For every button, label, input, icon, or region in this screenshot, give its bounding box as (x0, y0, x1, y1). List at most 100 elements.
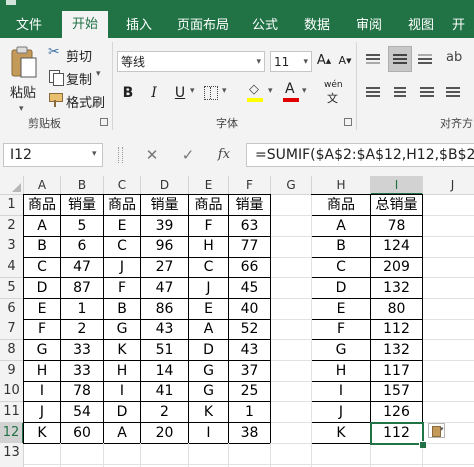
table1-cell[interactable]: E (189, 298, 229, 320)
row-header-12[interactable]: 12 (0, 422, 24, 444)
column-header-b[interactable]: B (61, 176, 104, 195)
empty-cell[interactable] (423, 319, 474, 341)
grow-font-button[interactable]: A▲ (315, 51, 333, 71)
table2-cell[interactable]: H (311, 360, 371, 382)
table1-cell[interactable]: 60 (61, 422, 104, 444)
row-header-3[interactable]: 3 (0, 236, 24, 258)
table1-cell[interactable]: C (189, 257, 229, 279)
empty-cell[interactable] (423, 278, 474, 299)
table1-cell[interactable]: B (104, 298, 141, 320)
cut-button[interactable]: ✂ 剪切 (48, 44, 108, 65)
table1-cell[interactable]: D (189, 339, 229, 362)
tab-data[interactable]: 数据 (296, 14, 338, 38)
table1-cell[interactable]: 1 (61, 298, 104, 320)
fill-dropdown-icon[interactable]: ▾ (268, 86, 273, 96)
table2-cell[interactable]: 157 (371, 381, 423, 403)
table2-cell[interactable]: J (311, 402, 371, 424)
table1-cell[interactable]: J (189, 277, 229, 299)
table1-cell[interactable]: I (104, 381, 141, 403)
table2-cell[interactable]: 209 (371, 257, 423, 279)
empty-cell[interactable] (271, 236, 312, 258)
column-header-i[interactable]: I (371, 176, 423, 195)
empty-cell[interactable] (271, 402, 312, 424)
empty-cell[interactable] (271, 298, 312, 320)
formula-input[interactable]: =SUMIF($A$2:$A$12,H12,$B$2:$B$ (246, 143, 474, 167)
table1-cell[interactable]: F (104, 277, 141, 299)
column-header-g[interactable]: G (271, 176, 312, 195)
table2-cell[interactable]: 112 (371, 319, 423, 341)
table1-cell[interactable]: 47 (61, 257, 104, 279)
table1-cell[interactable]: F (189, 215, 229, 237)
table1-cell[interactable]: 54 (61, 402, 104, 424)
row-header-4[interactable]: 4 (0, 257, 24, 279)
row-header-5[interactable]: 5 (0, 277, 24, 299)
middle-align-button[interactable] (388, 46, 412, 72)
table1-header-cell[interactable]: 销量 (141, 194, 189, 217)
column-header-c[interactable]: C (104, 176, 141, 195)
select-all-corner[interactable] (0, 176, 24, 195)
table1-cell[interactable]: G (104, 319, 141, 341)
table1-cell[interactable]: G (189, 360, 229, 382)
table2-cell[interactable]: F (311, 319, 371, 341)
align-left-button[interactable] (366, 86, 382, 100)
row-header-9[interactable]: 9 (0, 360, 24, 382)
empty-cell[interactable] (423, 236, 474, 258)
row-header-8[interactable]: 8 (0, 339, 24, 362)
font-size-select[interactable]: 11 ▾ (270, 51, 312, 72)
table1-cell[interactable]: H (23, 360, 61, 382)
table1-cell[interactable]: G (23, 339, 61, 362)
align-center-button[interactable] (392, 86, 408, 100)
table1-cell[interactable]: 96 (141, 236, 189, 258)
format-painter-button[interactable]: 格式刷 (48, 90, 110, 111)
worksheet-grid[interactable]: ABCDEFGHIJ 1234567891011121314 商品销量商品销量商… (0, 176, 474, 467)
insert-function-button[interactable]: fx (214, 144, 234, 166)
table1-cell[interactable]: K (23, 422, 61, 444)
phonetic-button[interactable]: wén 文 (322, 80, 348, 105)
table1-cell[interactable]: 33 (61, 360, 104, 382)
table1-cell[interactable]: A (23, 215, 61, 237)
column-header-e[interactable]: E (189, 176, 229, 195)
table2-cell[interactable]: D (311, 277, 371, 299)
name-box[interactable]: I12 (3, 143, 103, 167)
empty-cell[interactable] (271, 360, 312, 382)
empty-cell[interactable] (423, 402, 474, 424)
table1-cell[interactable]: 20 (141, 422, 189, 444)
row-header-13[interactable]: 13 (0, 443, 24, 465)
table2-cell[interactable]: B (311, 236, 371, 258)
empty-cell[interactable] (271, 339, 312, 362)
table2-cell[interactable]: 117 (371, 360, 423, 382)
copy-button[interactable]: 复制 ▾ (48, 67, 118, 88)
empty-cell[interactable] (271, 277, 312, 299)
empty-cell[interactable] (271, 422, 312, 444)
table1-cell[interactable]: 1 (229, 402, 271, 424)
empty-cell[interactable] (61, 443, 104, 465)
column-header-d[interactable]: D (141, 176, 189, 195)
column-header-a[interactable]: A (24, 176, 61, 195)
table1-cell[interactable]: 47 (141, 277, 189, 299)
table1-cell[interactable]: 87 (61, 277, 104, 299)
table1-cell[interactable]: 37 (229, 360, 271, 382)
table1-cell[interactable]: 2 (61, 319, 104, 341)
table2-cell[interactable]: 78 (371, 215, 423, 237)
tab-insert[interactable]: 插入 (118, 14, 160, 38)
column-header-j[interactable]: J (423, 176, 474, 195)
table1-cell[interactable]: C (23, 257, 61, 279)
table1-cell[interactable]: 86 (141, 298, 189, 320)
table2-header-cell[interactable]: 商品 (311, 194, 371, 217)
top-align-button[interactable] (366, 52, 382, 66)
table1-cell[interactable]: C (104, 236, 141, 258)
table1-cell[interactable]: 27 (141, 257, 189, 279)
table2-cell[interactable]: 124 (371, 236, 423, 258)
table1-cell[interactable]: B (23, 236, 61, 258)
table1-cell[interactable]: 45 (229, 277, 271, 299)
empty-cell[interactable] (229, 443, 271, 465)
empty-cell[interactable] (271, 319, 312, 341)
table1-header-cell[interactable]: 商品 (104, 194, 141, 217)
table1-cell[interactable]: 39 (141, 215, 189, 237)
table2-cell[interactable]: I (311, 381, 371, 403)
align-right-button[interactable] (418, 86, 434, 100)
table2-cell[interactable]: G (311, 339, 371, 362)
paste-dropdown-icon[interactable]: ▾ (19, 104, 24, 114)
borders-dropdown-icon[interactable]: ▾ (222, 86, 227, 96)
table1-cell[interactable]: 52 (229, 319, 271, 341)
